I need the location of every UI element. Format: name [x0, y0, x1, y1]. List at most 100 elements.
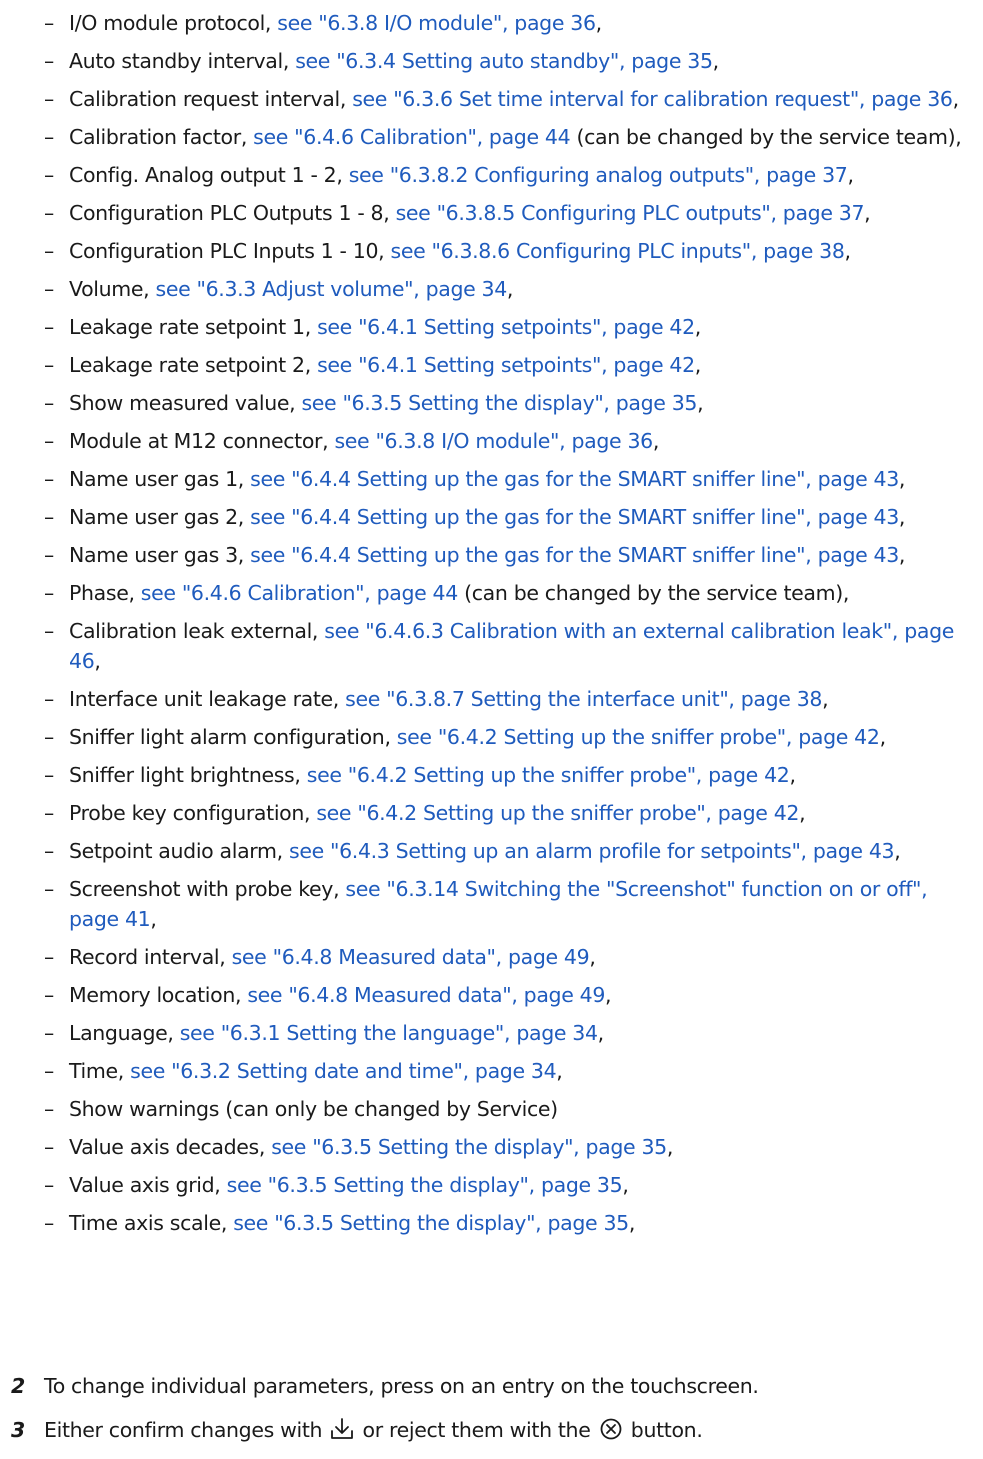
list-dash: –	[44, 163, 54, 187]
parameter-label: Phase,	[69, 581, 141, 605]
parameter-suffix: ,	[847, 163, 854, 187]
cross-reference-link[interactable]: see "6.4.8 Measured data", page 49	[232, 945, 590, 969]
cross-reference-link[interactable]: see "6.3.8.5 Configuring PLC outputs", p…	[396, 201, 865, 225]
list-item: – Time, see "6.3.2 Setting date and time"…	[44, 1056, 974, 1086]
cross-reference-link[interactable]: see "6.4.2 Setting up the sniffer probe"…	[307, 763, 790, 787]
list-dash: –	[44, 277, 54, 301]
cross-reference-link[interactable]: see "6.3.3 Adjust volume", page 34	[155, 277, 507, 301]
cross-reference-link[interactable]: see "6.4.6 Calibration", page 44	[141, 581, 458, 605]
cross-reference-link[interactable]: see "6.3.6 Set time interval for calibra…	[352, 87, 953, 111]
cross-reference-link[interactable]: see "6.4.1 Setting setpoints", page 42	[317, 315, 695, 339]
cross-reference-link[interactable]: see "6.4.6 Calibration", page 44	[253, 125, 570, 149]
parameter-label: Auto standby interval,	[69, 49, 296, 73]
list-dash: –	[44, 353, 54, 377]
list-item: – Volume, see "6.3.3 Adjust volume", page…	[44, 274, 974, 304]
list-dash: –	[44, 11, 54, 35]
list-dash: –	[44, 87, 54, 111]
list-dash: –	[44, 315, 54, 339]
list-item: – Name user gas 3, see "6.4.4 Setting up …	[44, 540, 974, 570]
parameter-label: Config. Analog output 1 - 2,	[69, 163, 349, 187]
parameter-suffix: ,	[879, 725, 887, 749]
cross-reference-link[interactable]: see "6.3.2 Setting date and time", page …	[130, 1059, 557, 1083]
cross-reference-link[interactable]: see "6.3.4 Setting auto standby", page 3…	[295, 49, 713, 73]
step-3: 3 Either confirm changes with or reject …	[0, 1415, 983, 1445]
list-dash: –	[44, 763, 54, 787]
parameter-suffix: ,	[694, 315, 702, 339]
cross-reference-link[interactable]: see "6.4.4 Setting up the gas for the SM…	[250, 467, 899, 491]
cross-reference-link[interactable]: see "6.4.1 Setting setpoints", page 42	[317, 353, 695, 377]
cross-reference-link[interactable]: see "6.3.8.2 Configuring analog outputs"…	[349, 163, 848, 187]
instruction-steps: 2 To change individual parameters, press…	[0, 1371, 983, 1459]
confirm-download-icon	[330, 1417, 354, 1441]
cross-reference-link[interactable]: see "6.4.4 Setting up the gas for the SM…	[250, 505, 899, 529]
cross-reference-link[interactable]: see "6.3.5 Setting the display", page 35	[227, 1173, 623, 1197]
parameter-label: Name user gas 3,	[69, 543, 251, 567]
cross-reference-link[interactable]: see "6.3.5 Setting the display", page 35	[271, 1135, 667, 1159]
list-item: – Phase, see "6.4.6 Calibration", page 44…	[44, 578, 974, 608]
list-item: – Calibration leak external, see "6.4.6.3…	[44, 616, 974, 676]
list-item: – Interface unit leakage rate, see "6.3.8…	[44, 684, 974, 714]
list-item: – I/O module protocol, see "6.3.8 I/O mod…	[44, 8, 974, 38]
parameter-label: Memory location,	[69, 983, 248, 1007]
list-dash: –	[44, 429, 54, 453]
parameter-label: Show measured value,	[69, 391, 302, 415]
cross-reference-link[interactable]: see "6.3.8 I/O module", page 36	[277, 11, 596, 35]
list-item: – Module at M12 connector, see "6.3.8 I/O…	[44, 426, 974, 456]
parameter-suffix: ,	[844, 239, 852, 263]
cross-reference-link[interactable]: see "6.3.8.6 Configuring PLC inputs", pa…	[390, 239, 844, 263]
list-item: – Language, see "6.3.1 Setting the langua…	[44, 1018, 974, 1048]
parameter-suffix: ,	[864, 201, 871, 225]
cross-reference-link[interactable]: see "6.4.3 Setting up an alarm profile f…	[289, 839, 895, 863]
parameter-label: Probe key configuration,	[69, 801, 317, 825]
parameter-label: Module at M12 connector,	[69, 429, 335, 453]
step-text-after: button.	[624, 1418, 703, 1442]
parameter-label: Calibration request interval,	[69, 87, 353, 111]
cross-reference-link[interactable]: see "6.3.5 Setting the display", page 35	[233, 1211, 629, 1235]
parameter-suffix: ,	[150, 907, 157, 931]
list-item: – Name user gas 2, see "6.4.4 Setting up …	[44, 502, 974, 532]
cross-reference-link[interactable]: see "6.4.4 Setting up the gas for the SM…	[250, 543, 899, 567]
cross-reference-link[interactable]: see "6.3.8.7 Setting the interface unit"…	[345, 687, 822, 711]
step-number: 3	[11, 1418, 25, 1442]
list-item: – Value axis decades, see "6.3.5 Setting …	[44, 1132, 974, 1162]
parameter-label: Calibration factor,	[69, 125, 254, 149]
list-item: – Show warnings (can only be changed by S…	[44, 1094, 974, 1124]
list-item: – Record interval, see "6.4.8 Measured da…	[44, 942, 974, 972]
list-dash: –	[44, 945, 54, 969]
list-dash: –	[44, 239, 54, 263]
parameter-suffix: ,	[556, 1059, 563, 1083]
list-dash: –	[44, 1211, 54, 1235]
parameter-suffix: ,	[94, 649, 101, 673]
list-item: – Memory location, see "6.4.8 Measured da…	[44, 980, 974, 1010]
cross-reference-link[interactable]: see "6.3.8 I/O module", page 36	[334, 429, 653, 453]
list-dash: –	[44, 983, 54, 1007]
step-2: 2 To change individual parameters, press…	[0, 1371, 983, 1401]
list-dash: –	[44, 619, 54, 643]
parameter-suffix: ,	[799, 801, 806, 825]
list-dash: –	[44, 543, 54, 567]
cross-reference-link[interactable]: see "6.3.1 Setting the language", page 3…	[180, 1021, 598, 1045]
parameter-suffix: (can be changed by the service team),	[457, 581, 850, 605]
parameter-suffix: (can be changed by the service team),	[570, 125, 962, 149]
list-dash: –	[44, 581, 54, 605]
cross-reference-link[interactable]: see "6.3.5 Setting the display", page 35	[301, 391, 697, 415]
list-item: – Screenshot with probe key, see "6.3.14 …	[44, 874, 974, 934]
list-dash: –	[44, 801, 54, 825]
cross-reference-link[interactable]: see "6.4.2 Setting up the sniffer probe"…	[397, 725, 880, 749]
parameter-suffix: ,	[628, 1211, 636, 1235]
list-dash: –	[44, 1097, 54, 1121]
list-item: – Leakage rate setpoint 1, see "6.4.1 Set…	[44, 312, 974, 342]
parameter-label: Volume,	[69, 277, 156, 301]
cross-reference-link[interactable]: see "6.4.8 Measured data", page 49	[247, 983, 605, 1007]
parameter-label: Interface unit leakage rate,	[69, 687, 346, 711]
list-item: – Config. Analog output 1 - 2, see "6.3.8…	[44, 160, 974, 190]
list-item: – Name user gas 1, see "6.4.4 Setting up …	[44, 464, 974, 494]
list-dash: –	[44, 1173, 54, 1197]
list-dash: –	[44, 1059, 54, 1083]
parameter-suffix: ,	[605, 983, 612, 1007]
step-text-middle: or reject them with the	[356, 1418, 597, 1442]
parameter-label: Configuration PLC Outputs 1 - 8,	[69, 201, 396, 225]
parameter-label: Time axis scale,	[69, 1211, 234, 1235]
parameter-list: – I/O module protocol, see "6.3.8 I/O mod…	[44, 8, 974, 1246]
cross-reference-link[interactable]: see "6.4.2 Setting up the sniffer probe"…	[316, 801, 799, 825]
